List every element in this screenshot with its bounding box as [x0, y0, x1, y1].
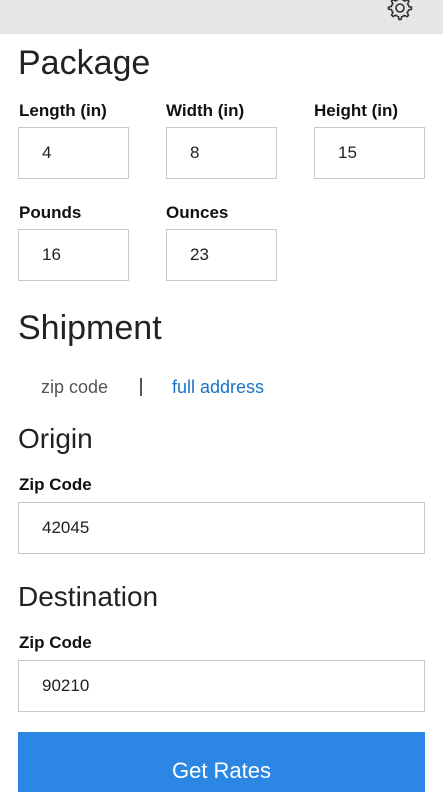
gear-icon[interactable]	[387, 0, 413, 21]
height-label: Height (in)	[314, 101, 399, 120]
shipment-title: Shipment	[18, 309, 162, 347]
length-label: Length (in)	[19, 101, 107, 120]
full-address-toggle[interactable]: full address	[172, 378, 264, 396]
zip-code-toggle[interactable]: zip code	[41, 378, 108, 396]
destination-title: Destination	[18, 581, 159, 612]
ounces-field[interactable]: 23	[166, 229, 277, 281]
origin-zip-field[interactable]: 42045	[18, 502, 425, 554]
height-field[interactable]: 15	[314, 127, 425, 179]
destination-zip-field[interactable]: 90210	[18, 660, 425, 712]
pounds-label: Pounds	[19, 203, 82, 222]
width-field[interactable]: 8	[166, 127, 277, 179]
package-title: Package	[18, 44, 151, 82]
length-field[interactable]: 4	[18, 127, 129, 179]
get-rates-button[interactable]: Get Rates	[18, 732, 425, 792]
origin-zip-label: Zip Code	[19, 475, 92, 494]
width-label: Width (in)	[166, 101, 245, 120]
ounces-label: Ounces	[166, 203, 229, 222]
destination-zip-label: Zip Code	[19, 633, 92, 652]
top-bar	[0, 0, 443, 34]
pounds-field[interactable]: 16	[18, 229, 129, 281]
origin-title: Origin	[18, 423, 93, 454]
toggle-divider	[140, 378, 142, 396]
